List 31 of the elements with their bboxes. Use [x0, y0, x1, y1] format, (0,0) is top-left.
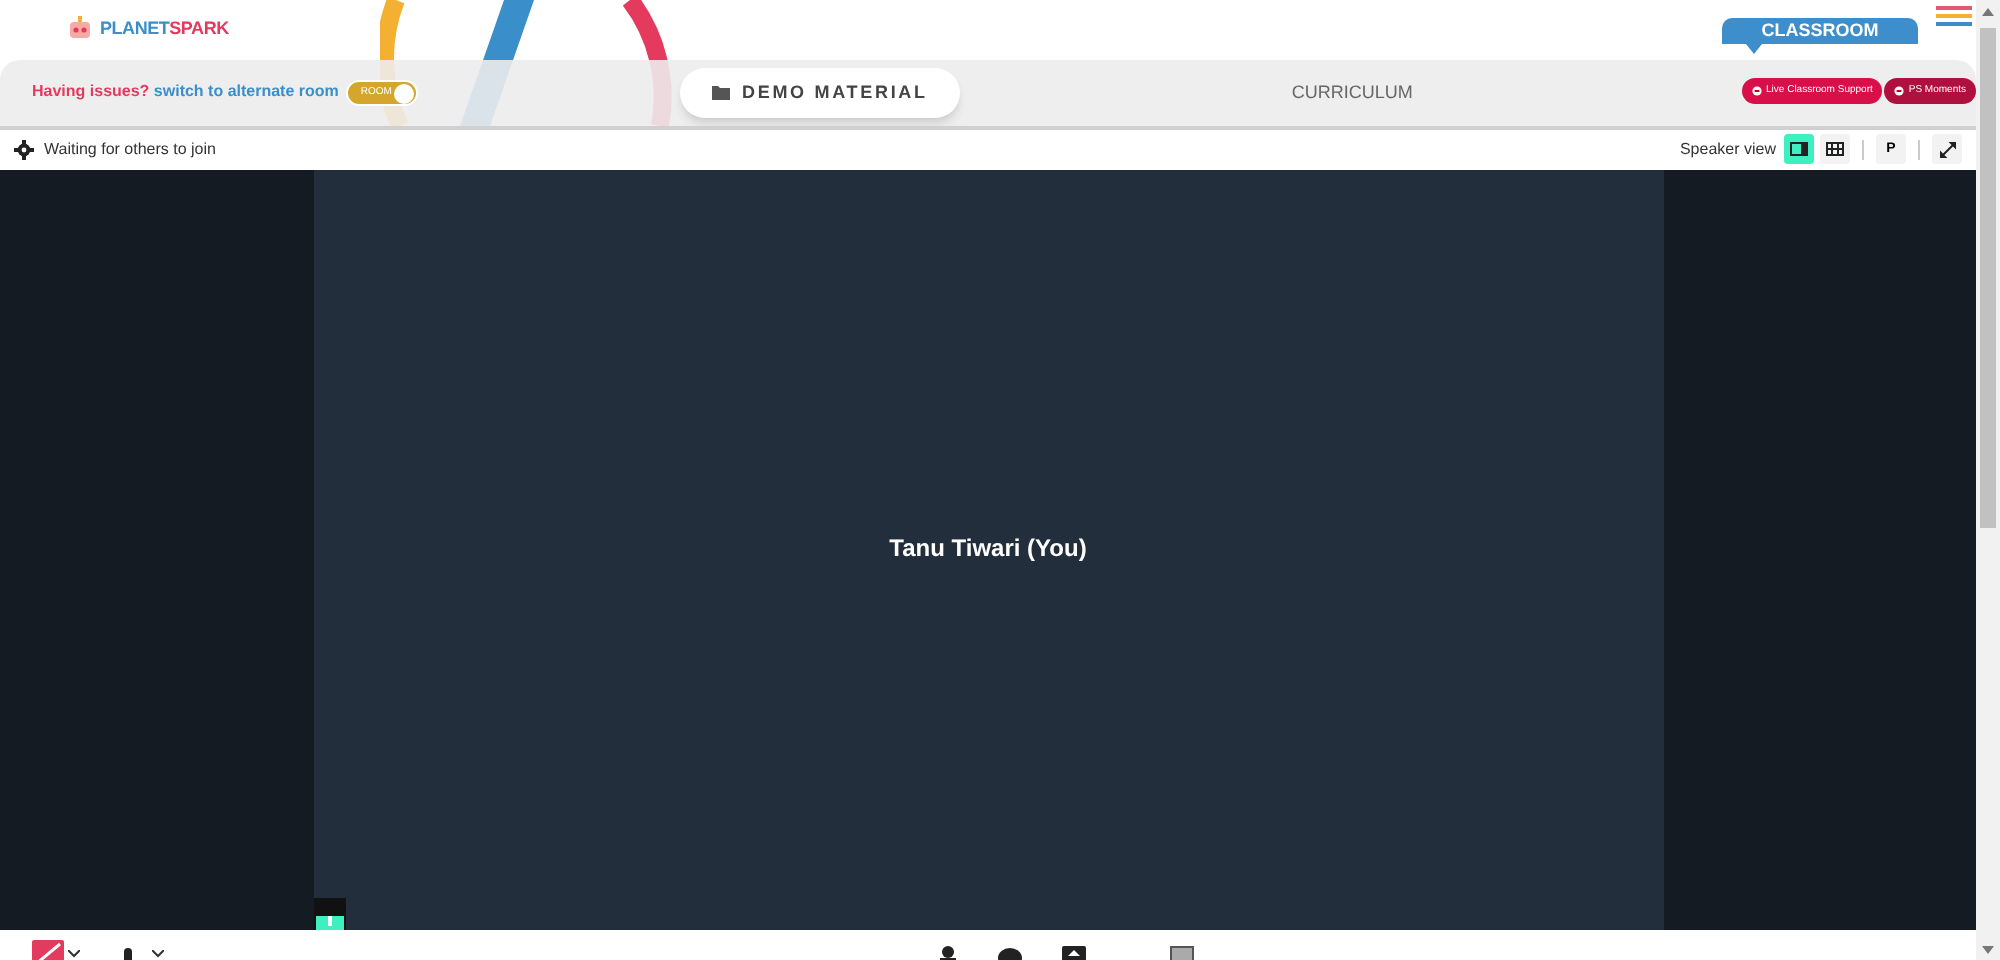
minus-circle-icon: [1752, 85, 1763, 96]
status-text: Waiting for others to join: [44, 137, 216, 162]
alternate-room-notice: Having issues? switch to alternate room: [32, 80, 339, 105]
nav-tab[interactable]: CURRICULUM: [1259, 67, 1445, 118]
caret-icon[interactable]: [68, 950, 80, 959]
participant-name: Tanu Tiwari (You): [889, 531, 1087, 566]
settings-icon[interactable]: [14, 139, 34, 160]
view-label: Speaker view: [1679, 137, 1776, 162]
minus-circle-icon: [1894, 85, 1905, 96]
scroll-thumb[interactable]: [1980, 28, 1996, 528]
person-icon[interactable]: [938, 946, 958, 960]
nav-tab[interactable]: DEMO MATERIAL: [680, 67, 960, 118]
caret-icon[interactable]: [152, 950, 164, 959]
scroll-down-icon[interactable]: [1982, 946, 1994, 954]
chat-icon[interactable]: [998, 946, 1022, 960]
fullscreen-button[interactable]: [1932, 134, 1962, 165]
speaker-layout-icon: [1790, 142, 1808, 157]
fullscreen-icon: [1939, 141, 1955, 158]
share-screen-icon[interactable]: [1062, 946, 1086, 960]
speaker-view-button[interactable]: [1784, 134, 1814, 165]
scroll-up-icon[interactable]: [1982, 8, 1994, 16]
pointer-icon: [1746, 43, 1763, 54]
scrollbar[interactable]: [1976, 0, 2000, 960]
menu-icon[interactable]: [1936, 6, 1972, 29]
folder-icon: [712, 85, 730, 100]
grid-view-button[interactable]: [1820, 134, 1850, 165]
grid-layout-icon: [1826, 142, 1844, 157]
logo-text: PLANETSPARK: [100, 16, 229, 43]
camera-off-icon[interactable]: [32, 940, 64, 960]
whiteboard-icon[interactable]: [1170, 946, 1194, 960]
robot-mascot-icon: [68, 16, 92, 43]
